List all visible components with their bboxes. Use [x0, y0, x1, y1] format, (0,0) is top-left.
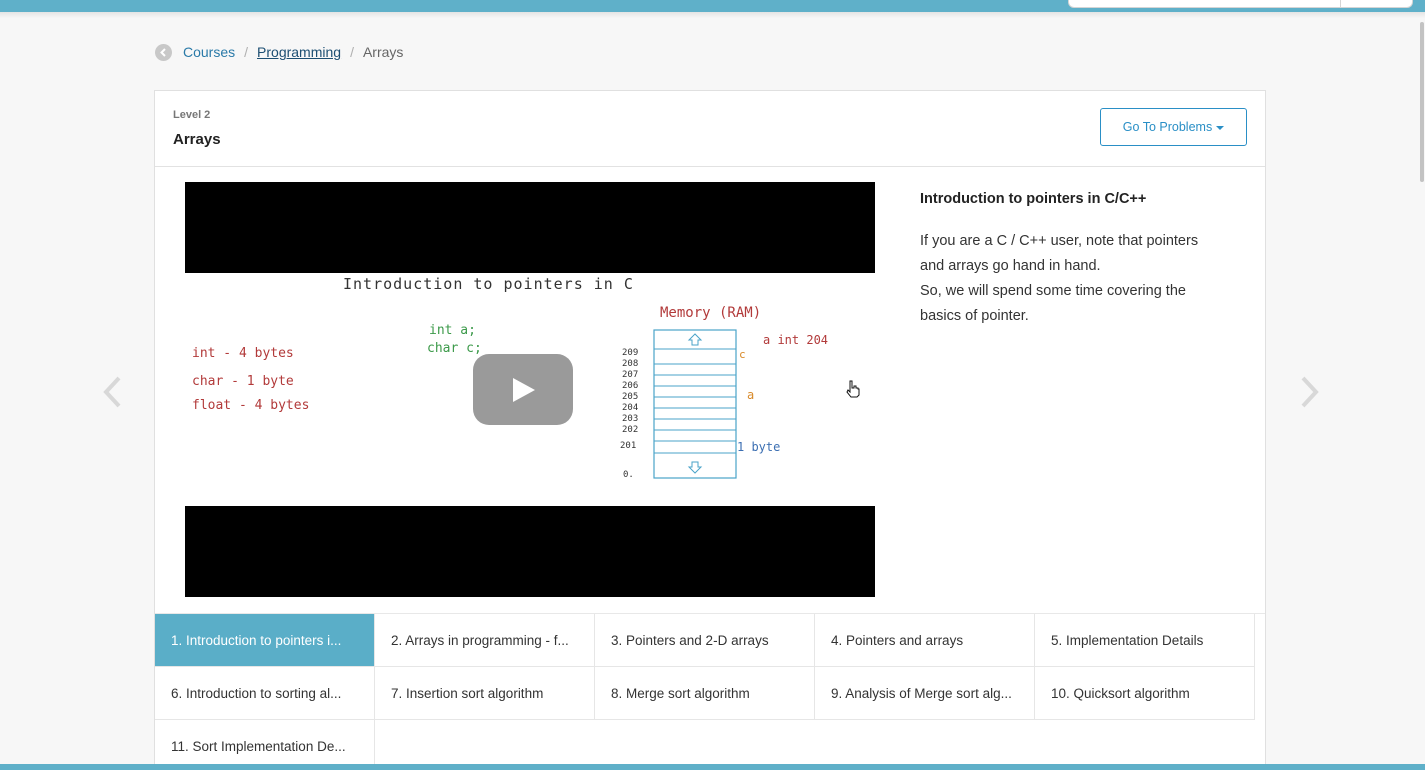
description-line: and arrays go hand in hand. [920, 258, 1101, 274]
card-header: Level 2 Arrays Go To Problems [155, 91, 1265, 167]
video-size-float: float - 4 bytes [192, 398, 310, 413]
tab-lesson-5[interactable]: 5. Implementation Details [1035, 614, 1255, 667]
next-arrow[interactable] [1294, 374, 1324, 410]
breadcrumb-programming[interactable]: Programming [257, 44, 341, 60]
play-icon [513, 377, 535, 402]
description-body: If you are a C / C++ user, note that poi… [920, 229, 1240, 329]
video-address: 209 [622, 348, 639, 358]
tab-lesson-9[interactable]: 9. Analysis of Merge sort alg... [815, 667, 1035, 720]
top-search-box[interactable] [1068, 0, 1413, 8]
prev-arrow[interactable] [98, 374, 128, 410]
go-to-problems-label: Go To Problems [1122, 120, 1213, 134]
level-label: Level 2 [173, 109, 211, 121]
video-address: 201 [620, 441, 637, 451]
video-var-c: c [739, 348, 746, 361]
video-address-list: 209 208 207 206 205 204 203 202 [622, 348, 638, 436]
video-address: 0. [623, 470, 634, 480]
go-to-problems-button[interactable]: Go To Problems [1100, 108, 1247, 146]
tab-lesson-2[interactable]: 2. Arrays in programming - f... [375, 614, 595, 667]
page-title: Arrays [173, 131, 221, 148]
tab-lesson-7[interactable]: 7. Insertion sort algorithm [375, 667, 595, 720]
video-memory-label: Memory (RAM) [660, 305, 762, 321]
video-address: 208 [622, 359, 639, 369]
back-arrow-icon[interactable] [155, 43, 172, 61]
tab-lesson-6[interactable]: 6. Introduction to sorting al... [155, 667, 375, 720]
play-button[interactable] [473, 354, 573, 425]
memory-diagram [653, 329, 737, 479]
breadcrumb-separator: / [244, 44, 249, 60]
scrollbar[interactable] [1419, 12, 1425, 200]
caret-down-icon [1216, 126, 1225, 130]
video-decl-char: char c; [427, 341, 482, 356]
chevron-left-icon [103, 376, 121, 408]
video-decl-int: int a; [429, 323, 476, 338]
video-var-a-note: a int 204 [763, 333, 829, 347]
video-size-int: int - 4 bytes [192, 346, 294, 361]
video-address: 202 [622, 425, 639, 435]
breadcrumb-separator: / [350, 44, 354, 60]
lesson-card: Level 2 Arrays Go To Problems Introducti… [154, 90, 1266, 770]
video-address: 207 [622, 370, 639, 380]
description-line: So, we will spend some time covering the [920, 283, 1186, 299]
video-address: 204 [622, 403, 639, 413]
top-search-divider [1340, 0, 1341, 7]
tab-lesson-11[interactable]: 11. Sort Implementation De... [155, 720, 375, 770]
tab-lesson-8[interactable]: 8. Merge sort algorithm [595, 667, 815, 720]
description-line: basics of pointer. [920, 308, 1029, 324]
video-size-char: char - 1 byte [192, 374, 294, 389]
video-address: 206 [622, 381, 639, 391]
breadcrumb-current: Arrays [362, 44, 404, 60]
scrollbar-thumb[interactable] [1420, 22, 1424, 182]
video-var-a: a [747, 388, 755, 402]
video-address: 203 [622, 414, 639, 424]
hand-cursor-icon [845, 380, 861, 403]
bottom-bar [0, 764, 1425, 770]
breadcrumb-courses[interactable]: Courses [183, 44, 235, 60]
lesson-tabs: 1. Introduction to pointers i... 2. Arra… [155, 613, 1265, 770]
video-address: 205 [622, 392, 639, 402]
tab-lesson-4[interactable]: 4. Pointers and arrays [815, 614, 1035, 667]
description-line: If you are a C / C++ user, note that poi… [920, 233, 1199, 249]
top-bar-shadow [0, 12, 1425, 18]
video-byte-note: 1 byte [737, 440, 781, 454]
video-title: Introduction to pointers in C [343, 275, 634, 293]
description-title: Introduction to pointers in C/C++ [920, 191, 1147, 207]
tab-lesson-10[interactable]: 10. Quicksort algorithm [1035, 667, 1255, 720]
breadcrumb: Courses / Programming / Arrays [155, 42, 403, 62]
chevron-right-icon [1301, 376, 1319, 408]
tab-lesson-1[interactable]: 1. Introduction to pointers i... [155, 614, 375, 667]
lesson-description: Introduction to pointers in C/C++ If you… [920, 191, 1240, 329]
video-player[interactable]: Introduction to pointers in C int - 4 by… [185, 182, 875, 597]
tab-lesson-3[interactable]: 3. Pointers and 2-D arrays [595, 614, 815, 667]
